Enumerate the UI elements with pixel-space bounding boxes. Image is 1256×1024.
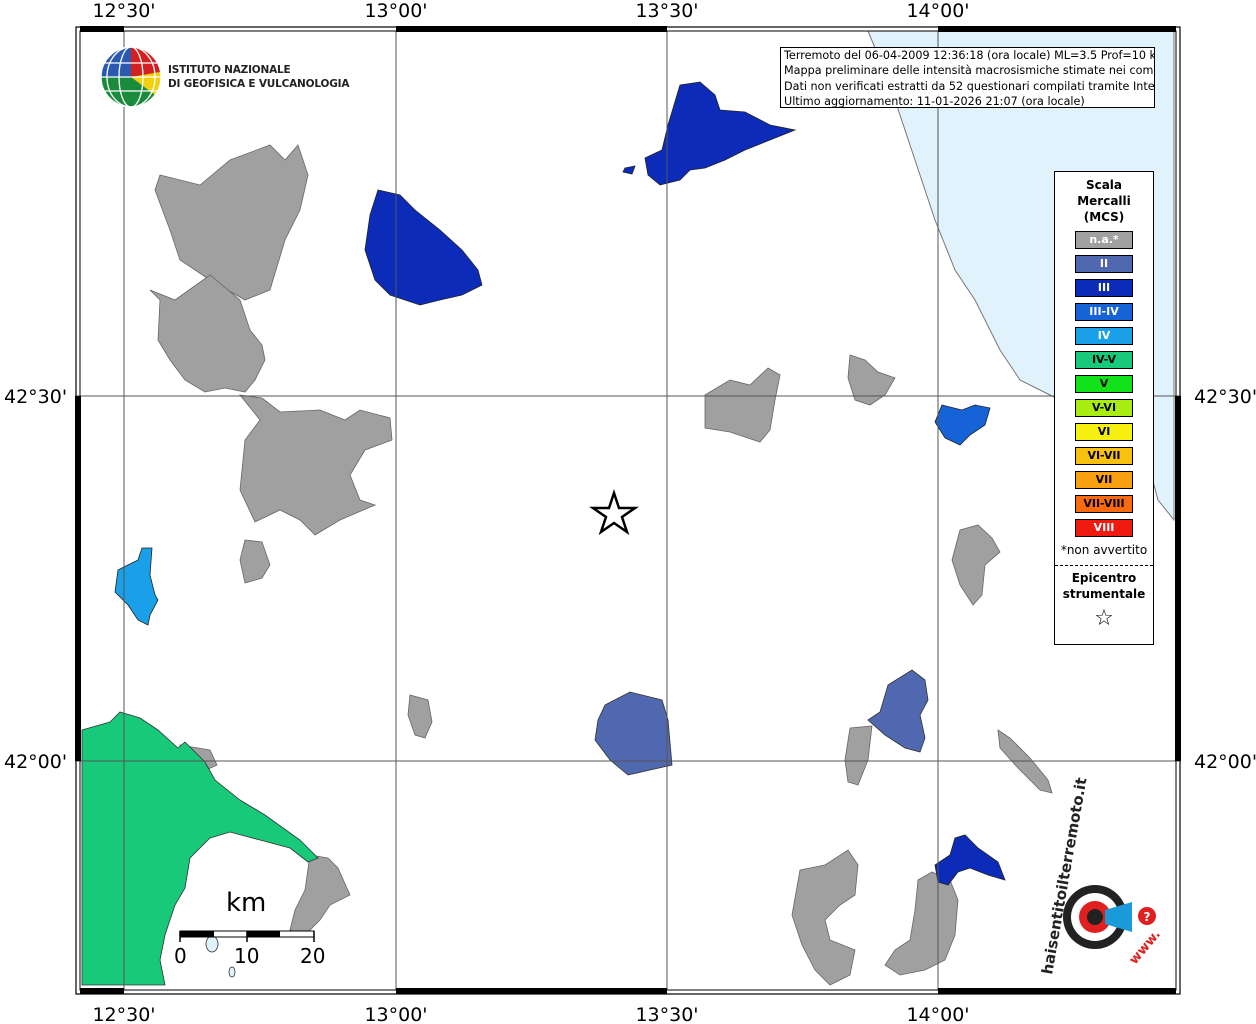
legend-item: V-VI bbox=[1075, 399, 1133, 417]
lat-label: 42°00' bbox=[1194, 751, 1256, 773]
legend-item: VI-VII bbox=[1075, 447, 1133, 465]
lon-label: 13°30' bbox=[635, 0, 698, 22]
lat-label: 42°30' bbox=[4, 386, 67, 408]
info-line2: Mappa preliminare delle intensità macros… bbox=[784, 64, 1155, 78]
lon-label: 12°30' bbox=[92, 1004, 155, 1024]
info-line4: Ultimo aggiornamento: 11-01-2026 21:07 (… bbox=[784, 95, 1085, 108]
lat-label: 42°30' bbox=[1194, 386, 1256, 408]
lon-label: 13°30' bbox=[635, 1004, 698, 1024]
legend-item: n.a.* bbox=[1075, 231, 1133, 249]
event-info-box: Terremoto del 06-04-2009 12:36:18 (ora l… bbox=[780, 47, 1155, 108]
legend-note: *non avvertito bbox=[1060, 543, 1148, 557]
latitude-labels-right: 42°30' 42°00' bbox=[1194, 386, 1256, 773]
scale-label: 20 bbox=[300, 944, 326, 968]
longitude-labels-bottom: 12°30' 13°00' 13°30' 14°00' bbox=[92, 1004, 969, 1024]
scale-label: 0 bbox=[174, 944, 187, 968]
latitude-labels-left: 42°30' 42°00' bbox=[4, 386, 67, 773]
lon-label: 14°00' bbox=[906, 1004, 969, 1024]
ingv-logo-text: ISTITUTO NAZIONALE DI GEOFISICA E VULCAN… bbox=[168, 63, 349, 91]
longitude-labels-top: 12°30' 13°00' 13°30' 14°00' bbox=[92, 0, 969, 22]
legend-item: III-IV bbox=[1075, 303, 1133, 321]
haisentito-www-text: www. bbox=[1127, 927, 1164, 967]
legend-item: II bbox=[1075, 255, 1133, 273]
legend-item: VII-VIII bbox=[1075, 495, 1133, 513]
legend-item: VIII bbox=[1075, 519, 1133, 537]
legend-items: n.a.* II III III-IV IV IV-V V V-VI VI VI-VII VII VI… bbox=[1055, 231, 1153, 537]
legend-epicenter-line1: Epicentro bbox=[1071, 571, 1137, 585]
intensity-II-areas bbox=[594, 669, 929, 776]
scale-label: 10 bbox=[234, 944, 260, 968]
ingv-line2: DI GEOFISICA E VULCANOLOGIA bbox=[168, 78, 350, 90]
lon-label: 13°00' bbox=[364, 1004, 427, 1024]
ingv-line1: ISTITUTO NAZIONALE bbox=[168, 64, 291, 76]
legend-title-line3: (MCS) bbox=[1083, 210, 1125, 224]
lat-label: 42°00' bbox=[4, 751, 67, 773]
legend-item: III bbox=[1075, 279, 1133, 297]
legend-item: IV-V bbox=[1075, 351, 1133, 369]
info-line1: Terremoto del 06-04-2009 12:36:18 (ora l… bbox=[784, 49, 1155, 62]
legend-star-icon: ☆ bbox=[1094, 606, 1114, 631]
lakes bbox=[205, 935, 236, 978]
lon-label: 14°00' bbox=[906, 0, 969, 22]
legend-item: VII bbox=[1075, 471, 1133, 489]
intensity-IV-areas bbox=[114, 547, 159, 626]
svg-text:?: ? bbox=[1144, 910, 1151, 924]
legend-title: Scala Mercalli (MCS) bbox=[1055, 177, 1153, 225]
lon-label: 13°00' bbox=[364, 0, 427, 22]
legend-item: VI bbox=[1075, 423, 1133, 441]
intensity-III-IV-areas bbox=[934, 404, 991, 446]
unfelt-areas bbox=[149, 144, 1053, 986]
ingv-logo-icon bbox=[100, 46, 162, 108]
legend-epicenter-line2: strumentale bbox=[1062, 587, 1146, 601]
legend-item: IV bbox=[1075, 327, 1133, 345]
epicenter-star-icon bbox=[588, 489, 640, 536]
scale-unit: km bbox=[226, 888, 267, 918]
scale-bar bbox=[179, 930, 315, 942]
info-line3: Dati non verificati estratti da 52 quest… bbox=[784, 79, 1155, 93]
lon-label: 12°30' bbox=[92, 0, 155, 22]
mcs-legend: Scala Mercalli (MCS) n.a.* II III III-IV IV I… bbox=[1054, 171, 1154, 645]
legend-item: V bbox=[1075, 375, 1133, 393]
legend-title-line2: Mercalli bbox=[1077, 194, 1131, 208]
intensity-III-areas bbox=[364, 81, 1006, 886]
legend-epicenter: Epicentro strumentale bbox=[1055, 570, 1153, 602]
legend-divider bbox=[1055, 565, 1153, 566]
legend-title-line1: Scala bbox=[1085, 178, 1123, 192]
